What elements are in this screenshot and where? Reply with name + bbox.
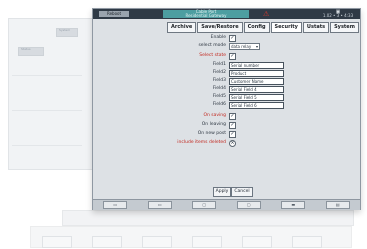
field5-row: Field5 Serial Field 5 — [93, 93, 360, 101]
background-divider — [12, 75, 82, 76]
select-state-checkbox[interactable]: ✓ — [229, 53, 236, 60]
device-title-line2: Residential Gateway — [185, 13, 227, 18]
include-deleted-radio[interactable]: × — [229, 140, 236, 147]
tab-ustats[interactable]: Ustats — [302, 22, 330, 33]
field1-input[interactable]: Serial number — [229, 62, 284, 69]
on-new-post-row: On new post ✓ — [93, 130, 360, 138]
field1-row: Field1 Serial number — [93, 61, 360, 69]
background-tile — [192, 236, 222, 248]
background-divider — [12, 145, 82, 146]
select-mode-value: data relay — [231, 44, 252, 49]
cancel-button[interactable]: Cancel — [231, 187, 253, 197]
tab-bar: Archive Save/Restore Config Security Ust… — [167, 22, 359, 33]
status-text: 1.02 • 3 • 4:33 — [322, 13, 354, 18]
tab-security[interactable]: Security — [270, 22, 302, 33]
on-new-post-label: On new post — [197, 131, 226, 136]
on-leaving-row: On leaving ✓ — [93, 121, 360, 129]
include-deleted-row: include items deleted × — [93, 139, 360, 147]
background-sidebar-item-1: System — [56, 28, 78, 37]
on-saving-label: On saving — [203, 113, 226, 118]
field4-row: Field4 Serial Field 4 — [93, 85, 360, 93]
bar-icon[interactable]: ▬ — [281, 201, 306, 209]
on-new-post-checkbox[interactable]: ✓ — [229, 131, 236, 138]
field2-row: Field2 Product — [93, 69, 360, 77]
reboot-button[interactable]: Reboot — [99, 11, 129, 17]
field3-input[interactable]: Customer Name — [229, 78, 284, 85]
on-saving-row: On saving ✓ — [93, 112, 360, 120]
tab-system[interactable]: System — [330, 22, 359, 33]
field6-label: Field6 — [212, 102, 226, 107]
tab-save-restore[interactable]: Save/Restore — [197, 22, 243, 33]
warning-icon[interactable]: ⚠ — [263, 10, 269, 18]
field3-row: Field3 Customer Name — [93, 77, 360, 85]
background-tile — [242, 236, 272, 248]
window-icon[interactable]: ▢ — [236, 201, 261, 209]
on-leaving-label: On leaving — [201, 122, 226, 127]
background-tile — [292, 236, 322, 248]
field6-input[interactable]: Serial Field 6 — [229, 102, 284, 109]
enable-checkbox[interactable]: ✓ — [229, 35, 236, 42]
background-sidebar-panel — [8, 18, 100, 170]
field1-label: Field1 — [212, 62, 226, 67]
select-state-row: Select state ✓ — [93, 52, 360, 60]
include-deleted-label: include items deleted — [177, 140, 226, 145]
field2-input[interactable]: Product — [229, 70, 284, 77]
select-mode-dropdown[interactable]: data relay ▾ — [229, 43, 260, 50]
field5-label: Field5 — [212, 94, 226, 99]
device-title: Cable Port Residential Gateway — [163, 10, 249, 18]
tab-archive[interactable]: Archive — [167, 22, 197, 33]
chevron-down-icon: ▾ — [255, 44, 258, 49]
select-state-label: Select state — [199, 53, 226, 58]
select-mode-row: select mode data relay ▾ — [93, 42, 360, 50]
background-divider — [12, 110, 82, 111]
background-sidebar-item-2: Status — [18, 47, 44, 56]
field4-label: Field4 — [212, 86, 226, 91]
field4-input[interactable]: Serial Field 4 — [229, 86, 284, 93]
frame-icon[interactable]: ▢ — [192, 201, 217, 209]
list-icon[interactable]: ▤ — [325, 201, 350, 209]
bottom-toolbar: ▭ ▭ ▢ ▢ ▬ ▤ — [93, 199, 360, 210]
settings-panel: Reboot Cable Port Residential Gateway ⚠ … — [92, 8, 361, 210]
on-leaving-checkbox[interactable]: ✓ — [229, 122, 236, 129]
select-mode-label: select mode — [198, 43, 226, 48]
background-tile — [142, 236, 172, 248]
field5-input[interactable]: Serial Field 5 — [229, 94, 284, 101]
field2-label: Field2 — [212, 70, 226, 75]
tab-config[interactable]: Config — [243, 22, 270, 33]
status-area: ▣ 1.02 • 3 • 4:33 — [321, 10, 355, 18]
enable-label: Enable — [210, 35, 226, 40]
field3-label: Field3 — [212, 78, 226, 83]
field6-row: Field6 Serial Field 6 — [93, 101, 360, 109]
apply-button[interactable]: Apply — [213, 187, 231, 197]
enable-row: Enable ✓ — [93, 34, 360, 42]
background-tile — [92, 236, 122, 248]
title-bar: Reboot Cable Port Residential Gateway ⚠ … — [93, 9, 360, 19]
document-icon[interactable]: ▭ — [147, 201, 172, 209]
on-saving-checkbox[interactable]: ✓ — [229, 113, 236, 120]
background-tile — [42, 236, 72, 248]
display-icon[interactable]: ▭ — [103, 201, 128, 209]
background-toolbar-layer — [62, 210, 354, 226]
